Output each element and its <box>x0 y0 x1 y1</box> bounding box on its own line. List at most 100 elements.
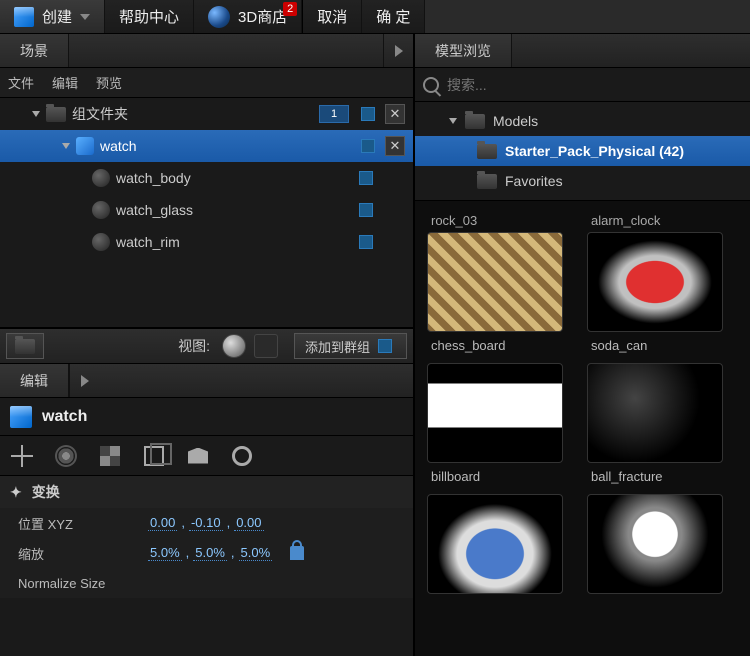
lock-icon[interactable] <box>290 546 304 560</box>
tree-row-starter-pack[interactable]: Starter_Pack_Physical (42) <box>415 136 750 166</box>
tool-row <box>0 436 413 476</box>
row-label: watch_glass <box>116 202 353 218</box>
asset-item[interactable]: rock_03 chess_board billboard <box>427 207 567 594</box>
delete-button[interactable]: ✕ <box>385 136 405 156</box>
folder-icon <box>477 174 497 189</box>
advanced-tool[interactable] <box>230 444 254 468</box>
asset-caption: chess_board <box>431 338 567 353</box>
settings-tool[interactable] <box>54 444 78 468</box>
scene-tab[interactable]: 场景 <box>0 34 69 67</box>
create-label: 创建 <box>42 6 72 27</box>
store-badge: 2 <box>283 2 297 16</box>
search-icon <box>423 77 439 93</box>
create-button[interactable]: 创建 <box>0 0 105 33</box>
visibility-toggle[interactable] <box>359 203 373 217</box>
model-browser-label: 模型浏览 <box>435 41 491 61</box>
position-x[interactable]: 0.00 <box>148 515 177 531</box>
transform-section-header[interactable]: ✦ 变换 <box>0 476 413 508</box>
asset-thumbnail[interactable] <box>587 494 723 594</box>
store-label: 3D商店 <box>238 6 287 27</box>
edit-panel-header: 编辑 <box>0 364 413 398</box>
move-tool[interactable] <box>10 444 34 468</box>
menu-preview[interactable]: 预览 <box>96 73 122 92</box>
asset-caption: billboard <box>431 469 567 484</box>
panel-collapse-button[interactable] <box>69 364 99 397</box>
row-label: 组文件夹 <box>72 104 313 124</box>
view-mode-sphere[interactable] <box>222 334 246 358</box>
hierarchy-tree: 组文件夹 1 ✕ watch ✕ watch_body <box>0 98 413 328</box>
visibility-toggle[interactable] <box>359 171 373 185</box>
asset-thumbnail[interactable] <box>427 363 563 463</box>
row-label: watch <box>100 138 355 154</box>
tree-row-group-folder[interactable]: 组文件夹 1 ✕ <box>0 98 413 130</box>
gear-icon <box>57 447 75 465</box>
chevron-right-icon <box>395 45 403 57</box>
asset-caption: alarm_clock <box>591 213 727 228</box>
ok-button[interactable]: 确 定 <box>362 0 425 33</box>
transform-header-label: 变换 <box>32 482 60 502</box>
globe-icon <box>208 6 230 28</box>
geometry-tool[interactable] <box>186 444 210 468</box>
scale-y[interactable]: 5.0% <box>193 545 227 561</box>
scene-menubar: 文件 编辑 预览 <box>0 68 413 98</box>
model-browser-tab[interactable]: 模型浏览 <box>415 34 512 67</box>
scale-row: 缩放 5.0%, 5.0%, 5.0% <box>0 538 413 568</box>
material-tool[interactable] <box>98 444 122 468</box>
duplicate-tool[interactable] <box>142 444 166 468</box>
scale-z[interactable]: 5.0% <box>239 545 273 561</box>
row-label: Favorites <box>505 173 563 189</box>
new-folder-button[interactable] <box>6 333 44 359</box>
material-icon <box>92 169 110 187</box>
asset-tree: Models Starter_Pack_Physical (42) Favori… <box>415 102 750 201</box>
mesh-icon <box>76 137 94 155</box>
add-to-group-button[interactable]: 添加到群组 <box>294 333 407 359</box>
panel-collapse-button[interactable] <box>383 34 413 67</box>
row-label: watch_rim <box>116 234 353 250</box>
chevron-down-icon[interactable] <box>32 111 40 117</box>
tree-row-watch-glass[interactable]: watch_glass <box>0 194 413 226</box>
visibility-toggle[interactable] <box>361 139 375 153</box>
asset-caption: soda_can <box>591 338 727 353</box>
asset-item[interactable]: alarm_clock soda_can ball_fracture <box>587 207 727 594</box>
normalize-row: Normalize Size <box>0 568 413 598</box>
tree-row-watch[interactable]: watch ✕ <box>0 130 413 162</box>
scene-tab-label: 场景 <box>20 41 48 61</box>
search-input[interactable] <box>447 77 742 93</box>
chevron-down-icon[interactable] <box>449 118 457 124</box>
delete-button[interactable]: ✕ <box>385 104 405 124</box>
menu-edit[interactable]: 编辑 <box>52 73 78 92</box>
cancel-label: 取消 <box>317 6 347 27</box>
3d-store-button[interactable]: 3D商店 2 <box>194 0 302 33</box>
normalize-label: Normalize Size <box>18 576 105 591</box>
search-row <box>415 68 750 102</box>
asset-thumbnail[interactable] <box>427 494 563 594</box>
tree-row-watch-rim[interactable]: watch_rim <box>0 226 413 258</box>
folder-icon <box>465 114 485 129</box>
position-y[interactable]: -0.10 <box>189 515 223 531</box>
position-row: 位置 XYZ 0.00, -0.10, 0.00 <box>0 508 413 538</box>
row-label: Starter_Pack_Physical (42) <box>505 143 684 159</box>
asset-thumbnail[interactable] <box>587 232 723 332</box>
cube-icon <box>14 7 34 27</box>
edit-tab[interactable]: 编辑 <box>0 364 69 397</box>
view-mode-cube[interactable] <box>254 334 278 358</box>
asset-thumbnail[interactable] <box>427 232 563 332</box>
material-icon <box>92 201 110 219</box>
visibility-toggle[interactable] <box>361 107 375 121</box>
asset-caption: rock_03 <box>431 213 567 228</box>
checker-icon <box>100 446 120 466</box>
expand-icon: ✦ <box>10 484 22 501</box>
asset-thumbnail[interactable] <box>587 363 723 463</box>
menu-file[interactable]: 文件 <box>8 73 34 92</box>
move-icon <box>11 445 33 467</box>
position-z[interactable]: 0.00 <box>234 515 263 531</box>
cancel-button[interactable]: 取消 <box>303 0 362 33</box>
tree-row-models[interactable]: Models <box>415 106 750 136</box>
tree-row-favorites[interactable]: Favorites <box>415 166 750 196</box>
help-center-button[interactable]: 帮助中心 <box>105 0 194 33</box>
chevron-down-icon[interactable] <box>62 143 70 149</box>
visibility-toggle[interactable] <box>359 235 373 249</box>
scale-x[interactable]: 5.0% <box>148 545 182 561</box>
top-toolbar: 创建 帮助中心 3D商店 2 取消 确 定 <box>0 0 750 34</box>
tree-row-watch-body[interactable]: watch_body <box>0 162 413 194</box>
